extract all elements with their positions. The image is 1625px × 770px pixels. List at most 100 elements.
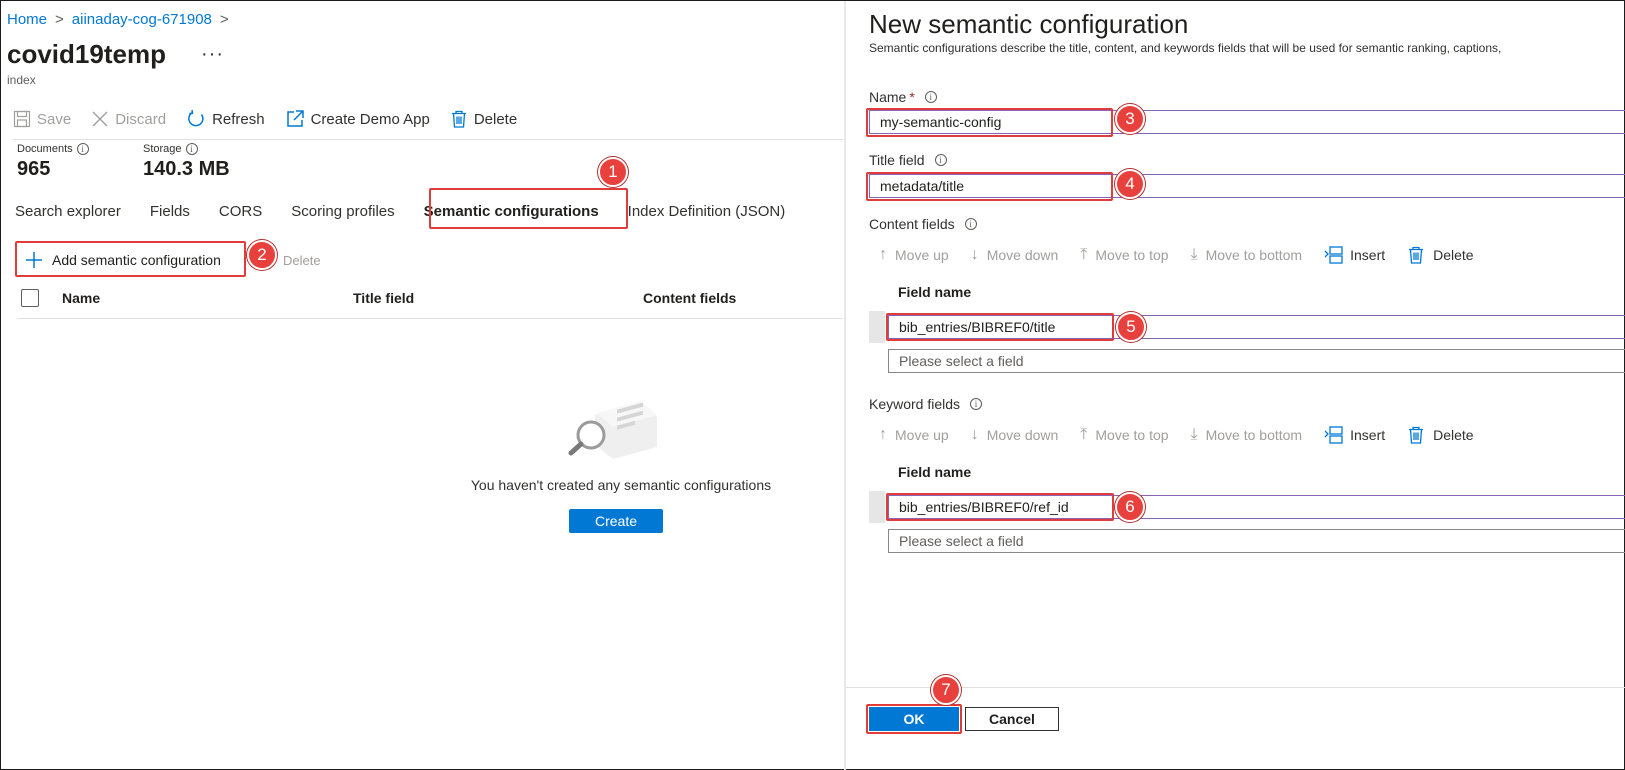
annotation-highlight-box [15,241,246,277]
breadcrumb-service-link[interactable]: aiinaday-cog-671908 [72,11,212,28]
info-icon[interactable]: i [924,91,937,103]
keyword-field-name-header: Field name [898,464,972,480]
delete-button[interactable]: Delete [450,110,517,128]
keyword-fields-label-row: Keyword fields i [869,396,983,412]
content-delete-button[interactable]: Delete [1407,246,1474,264]
insert-label: Insert [1350,247,1386,263]
info-icon[interactable]: i [964,218,977,230]
move-down-label: Move down [986,427,1059,443]
content-field-empty-select[interactable]: Please select a field [888,349,1625,373]
trash-icon [451,110,466,128]
keyword-move-up-button[interactable]: ↑ Move up [879,426,949,444]
table-divider [17,318,843,319]
keyword-field-empty-select[interactable]: Please select a field [888,529,1625,553]
select-placeholder: Please select a field [899,533,1024,549]
content-move-to-top-button[interactable]: ⤒ Move to top [1080,246,1168,264]
title-field-label-row: Title field i [869,152,947,168]
create-demo-app-label: Create Demo App [310,110,430,128]
refresh-button[interactable]: Refresh [186,109,265,129]
delete-label: Delete [1433,247,1474,263]
page-title: covid19temp [7,39,166,69]
annotation-badge: 5 [1116,312,1146,342]
annotation-badge: 3 [1115,104,1145,134]
annotation-highlight-box [429,188,628,229]
column-header-title-field[interactable]: Title field [353,290,414,306]
column-header-name[interactable]: Name [62,290,100,306]
create-button[interactable]: Create [569,509,663,533]
breadcrumb-home-link[interactable]: Home [7,11,47,28]
move-to-bottom-label: Move to bottom [1205,247,1303,263]
documents-value: 965 [17,158,51,180]
insert-icon [1324,246,1343,264]
trash-icon [1409,426,1424,444]
move-to-top-label: Move to top [1095,247,1169,263]
annotation-badge: 7 [931,675,961,705]
keyword-fields-toolbar: ↑ Move up ↓ Move down ⤒ Move to top ⤓ Move t… [879,426,1496,444]
discard-button[interactable]: Discard [91,110,166,128]
create-demo-app-button[interactable]: Create Demo App [285,109,430,129]
arrow-up-icon: ↑ [879,246,887,263]
select-all-checkbox[interactable] [21,289,39,307]
command-toolbar: Save Discard Refresh Create Demo App Del… [13,105,537,133]
panel-divider [844,1,846,770]
keyword-move-to-top-button[interactable]: ⤒ Move to top [1080,426,1168,444]
info-icon[interactable]: i [76,143,89,155]
keyword-delete-button[interactable]: Delete [1407,426,1474,444]
name-label-row: Name * i [869,89,937,105]
delete-configuration-button[interactable]: Delete [283,253,321,268]
content-move-down-button[interactable]: ↓ Move down [971,246,1059,264]
move-to-bottom-label: Move to bottom [1205,427,1303,443]
move-down-label: Move down [986,247,1059,263]
storage-label: Storage [143,143,182,155]
documents-stat: Documents i 965 [17,143,89,181]
arrow-to-top-icon: ⤒ [1080,246,1088,263]
arrow-down-icon: ↓ [970,426,979,443]
column-header-content-fields[interactable]: Content fields [643,290,736,306]
content-move-to-bottom-button[interactable]: ⤓ Move to bottom [1191,246,1303,264]
annotation-badge: 2 [247,240,277,270]
keyword-move-down-button[interactable]: ↓ Move down [971,426,1059,444]
info-icon[interactable]: i [970,398,983,410]
tab-index-definition-json[interactable]: Index Definition (JSON) [628,201,786,220]
row-selector[interactable] [869,311,885,343]
panel-footer-divider [846,687,1625,688]
annotation-badge: 4 [1115,169,1145,199]
content-fields-label: Content fields [869,216,955,232]
delete-label: Delete [473,110,518,128]
configurations-table-header: Name Title field Content fields [21,287,841,317]
tab-scoring-profiles[interactable]: Scoring profiles [291,201,394,220]
external-link-icon [286,110,304,127]
move-up-label: Move up [895,427,949,443]
content-insert-button[interactable]: Insert [1324,246,1385,264]
content-field-name-header: Field name [898,284,972,300]
arrow-to-top-icon: ⤒ [1080,426,1088,443]
annotation-badge: 6 [1115,492,1145,522]
cancel-button[interactable]: Cancel [965,707,1059,731]
documents-label: Documents [17,143,73,155]
info-icon[interactable]: i [934,154,947,166]
info-icon[interactable]: i [185,143,198,155]
title-field-label: Title field [869,152,925,168]
discard-label: Discard [115,110,167,128]
empty-state-message: You haven't created any semantic configu… [470,477,772,493]
save-button[interactable]: Save [13,110,71,128]
row-selector[interactable] [869,491,885,523]
tab-fields[interactable]: Fields [150,201,190,220]
delete-label: Delete [1433,427,1474,443]
keyword-insert-button[interactable]: Insert [1324,426,1385,444]
chevron-right-icon: > [55,11,64,28]
keyword-move-to-bottom-button[interactable]: ⤓ Move to bottom [1191,426,1303,444]
content-move-up-button[interactable]: ↑ Move up [879,246,949,264]
tab-search-explorer[interactable]: Search explorer [15,201,121,220]
index-tabs: Search explorer Fields CORS Scoring prof… [15,201,814,220]
trash-icon [1409,246,1424,264]
save-icon [13,110,31,128]
panel-title: New semantic configuration [869,9,1189,39]
tab-cors[interactable]: CORS [219,201,262,220]
content-fields-label-row: Content fields i [869,216,977,232]
more-options-button[interactable]: ··· [201,43,224,66]
panel-description: Semantic configurations describe the tit… [869,41,1502,55]
breadcrumb: Home > aiinaday-cog-671908 > [7,11,237,28]
annotation-highlight-box [866,704,962,734]
content-fields-toolbar: ↑ Move up ↓ Move down ⤒ Move to top ⤓ Move t… [879,246,1496,264]
